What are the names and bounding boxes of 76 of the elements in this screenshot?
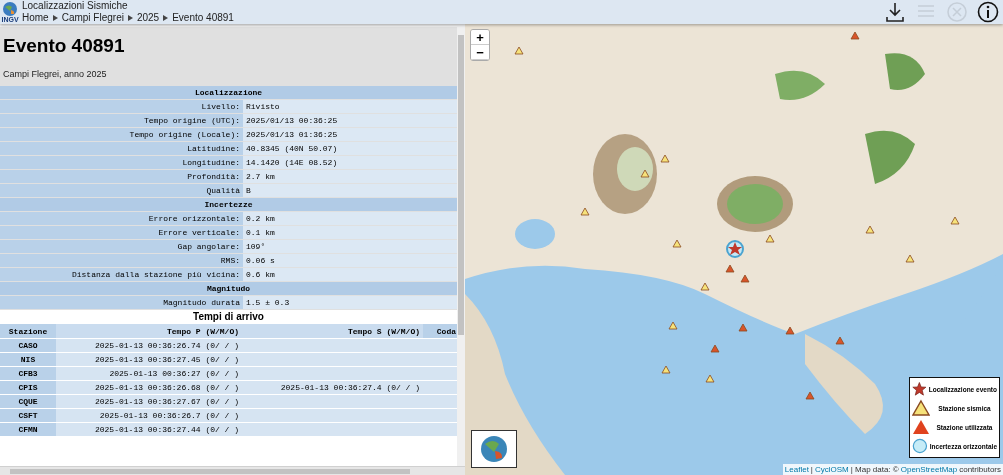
section-header: Localizzazione bbox=[0, 86, 457, 99]
field-value: 2025/01/13 00:36:25 bbox=[243, 114, 457, 127]
table-cell: 2025-01-13 00:36:26.74 (0/ / ) bbox=[56, 339, 242, 352]
star-icon bbox=[912, 380, 927, 398]
field-value: 14.1420 (14E 08.52) bbox=[243, 156, 457, 169]
horizontal-scrollbar[interactable] bbox=[0, 466, 465, 475]
breadcrumb-link[interactable]: Home bbox=[22, 12, 49, 24]
field-value: 0.1 km bbox=[243, 226, 457, 239]
app-title: Localizzazioni Sismiche bbox=[22, 0, 129, 12]
attribution-text: contributors bbox=[959, 465, 1001, 474]
triangle-icon bbox=[912, 399, 930, 417]
zoom-in-button[interactable]: + bbox=[471, 30, 489, 45]
table-cell: 2025-01-13 00:36:26.68 (0/ / ) bbox=[56, 381, 242, 394]
station-cell: CFMN bbox=[0, 423, 56, 436]
attribution-text: | Map data: © bbox=[850, 465, 899, 474]
attribution-link[interactable]: Leaflet bbox=[784, 465, 809, 474]
field-label: RMS: bbox=[0, 254, 243, 267]
separator-icon bbox=[127, 15, 133, 21]
attribution-text: | bbox=[810, 465, 813, 474]
column-header: Tempo S (W/M/O) bbox=[242, 324, 423, 338]
attribution-link[interactable]: CyclOSM bbox=[814, 465, 849, 474]
event-subtitle: Campi Flegrei, anno 2025 bbox=[3, 69, 108, 79]
field-label: Magnitudo durata bbox=[0, 296, 243, 309]
separator-icon bbox=[163, 15, 169, 21]
field-value: 0.2 km bbox=[243, 212, 457, 225]
field-label: Livello: bbox=[0, 100, 243, 113]
event-marker-icon bbox=[726, 240, 744, 258]
field-label: Qualità bbox=[0, 184, 243, 197]
field-value: 2.7 km bbox=[243, 170, 457, 183]
table-cell: 2025-01-13 00:36:27.4 (0/ / ) bbox=[242, 381, 423, 394]
download-icon[interactable] bbox=[883, 0, 907, 24]
station-cell: CSFT bbox=[0, 409, 56, 422]
field-value: 109° bbox=[243, 240, 457, 253]
table-cell: 2025-01-13 00:36:27.44 (0/ / ) bbox=[56, 423, 242, 436]
circle-icon bbox=[912, 437, 928, 455]
field-label: Profondità: bbox=[0, 170, 243, 183]
info-icon[interactable] bbox=[976, 0, 1000, 24]
field-label: Latitudine: bbox=[0, 142, 243, 155]
field-value: 0.06 s bbox=[243, 254, 457, 267]
field-value: Rivisto bbox=[243, 100, 457, 113]
zoom-out-button[interactable]: − bbox=[471, 45, 489, 60]
station-cell: CQUE bbox=[0, 395, 56, 408]
field-value: 1.5 ± 0.3 bbox=[243, 296, 457, 309]
breadcrumb-link[interactable]: 2025 bbox=[136, 12, 160, 24]
globe-icon bbox=[479, 434, 509, 464]
field-value: 0.6 km bbox=[243, 268, 457, 281]
event-title: Evento 40891 bbox=[3, 35, 126, 57]
globe-icon bbox=[2, 1, 18, 16]
section-header: Magnitudo bbox=[0, 282, 457, 295]
triangle-icon bbox=[912, 418, 930, 436]
table-cell: 2025-01-13 00:36:27.67 (0/ / ) bbox=[56, 395, 242, 408]
station-cell: CASO bbox=[0, 339, 56, 352]
field-label: Tempo origine (UTC): bbox=[0, 114, 243, 127]
station-cell: CPIS bbox=[0, 381, 56, 394]
field-label: Errore verticale: bbox=[0, 226, 243, 239]
field-label: Longitudine: bbox=[0, 156, 243, 169]
table-cell: 2025-01-13 00:36:26.7 (0/ / ) bbox=[56, 409, 242, 422]
field-value: B bbox=[243, 184, 457, 197]
table-cell: 2025-01-13 00:36:27.45 (0/ / ) bbox=[56, 353, 242, 366]
table-cell: 2025-01-13 00:36:27 (0/ / ) bbox=[56, 367, 242, 380]
column-header: Tempo P (W/M/O) bbox=[56, 324, 242, 338]
section-header: Incertezze bbox=[0, 198, 457, 211]
attribution-link[interactable]: OpenStreetMap bbox=[900, 465, 958, 474]
separator-icon bbox=[52, 15, 58, 21]
breadcrumb-link[interactable]: Evento 40891 bbox=[172, 12, 234, 24]
field-label: Gap angolare: bbox=[0, 240, 243, 253]
station-cell: CFB3 bbox=[0, 367, 56, 380]
field-value: 40.8345 (40N 50.07) bbox=[243, 142, 457, 155]
field-value: 2025/01/13 01:36:25 bbox=[243, 128, 457, 141]
field-label: Errore orizzontale: bbox=[0, 212, 243, 225]
field-label: Tempo origine (Locale): bbox=[0, 128, 243, 141]
breadcrumb-link[interactable]: Campi Flegrei bbox=[61, 12, 124, 24]
field-label: Distanza dalla stazione più vicina: bbox=[0, 268, 243, 281]
station-cell: NIS bbox=[0, 353, 56, 366]
column-header: Stazione bbox=[0, 324, 56, 338]
column-header: Coda bbox=[423, 324, 457, 338]
